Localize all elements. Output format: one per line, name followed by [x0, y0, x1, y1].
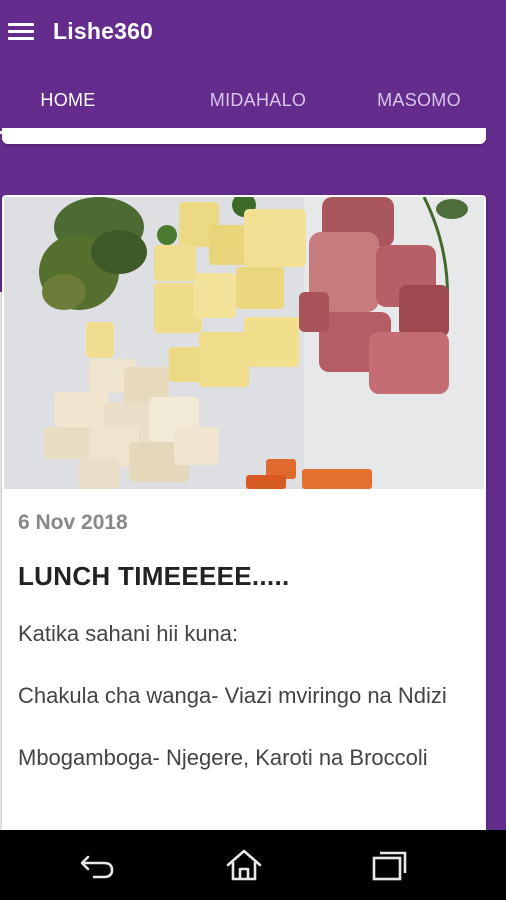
post-body: Katika sahani hii kuna: Chakula cha wang… — [18, 618, 480, 804]
recent-apps-icon[interactable] — [370, 848, 410, 882]
app-bar: Lishe360 HOME MIDAHALO MASOMO — [0, 0, 506, 134]
home-icon[interactable] — [224, 848, 264, 882]
tab-home[interactable]: HOME — [0, 90, 136, 120]
tab-masomo[interactable]: MASOMO — [336, 90, 502, 120]
post-card[interactable]: 6 Nov 2018 LUNCH TIMEEEEE..... Katika sa… — [2, 195, 486, 855]
app-title: Lishe360 — [53, 18, 154, 44]
side-background — [486, 292, 506, 832]
hamburger-menu-icon[interactable] — [8, 20, 34, 44]
post-paragraph: Chakula cha wanga- Viazi mviringo na Ndi… — [18, 683, 447, 708]
back-icon[interactable] — [78, 848, 118, 882]
system-navigation-bar — [0, 830, 506, 900]
previous-card-edge — [2, 128, 486, 144]
post-paragraph: Mbogamboga- Njegere, Karoti na Broccoli — [18, 745, 428, 770]
post-paragraph: Katika sahani hii kuna: — [18, 621, 239, 646]
post-date: 6 Nov 2018 — [18, 511, 128, 534]
post-title: LUNCH TIMEEEEE..... — [18, 561, 290, 591]
post-image — [4, 197, 484, 489]
tab-midahalo[interactable]: MIDAHALO — [172, 90, 344, 120]
